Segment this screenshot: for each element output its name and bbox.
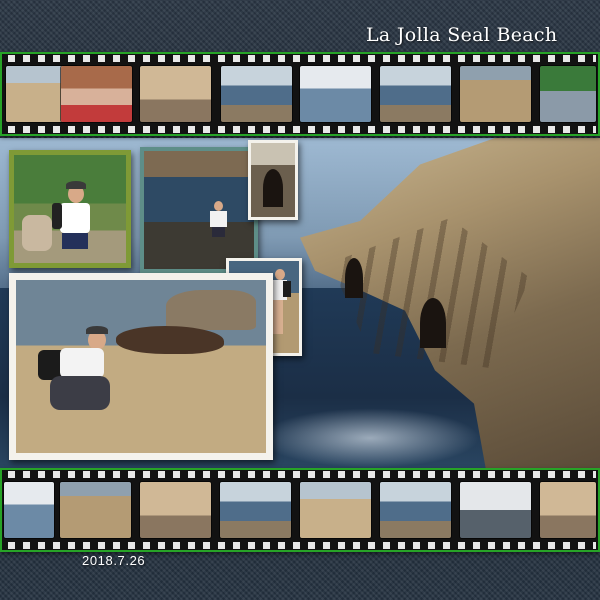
backpack [283,281,291,297]
scrapbook-page: La Jolla Seal Beach 2018.7.26 [0,0,600,600]
person-head [275,269,285,280]
photo-boy-cove [140,147,258,273]
rocks [166,290,256,330]
photo-image [144,151,254,269]
photo-image [14,155,126,263]
person-shirt [60,348,104,378]
page-title: La Jolla Seal Beach [366,24,558,46]
film-frame [300,66,371,122]
person-shirt [210,211,227,227]
page-date: 2018.7.26 [82,553,146,568]
wave-foam [260,408,480,468]
backpack [52,203,62,229]
film-frame [140,482,211,538]
film-frame [540,66,596,122]
photo-boy-sea-lion [9,273,273,460]
cave-opening [345,258,363,298]
person-head [214,201,223,211]
person-shirt [60,203,90,233]
cap [66,181,86,189]
film-frame [460,482,531,538]
photo-image [16,280,266,453]
film-frame [60,482,131,538]
film-frame [380,482,451,538]
photo-image [251,143,295,217]
cave-opening [263,169,283,207]
film-frame [300,482,371,538]
person-shorts [212,227,225,237]
film-frame [380,66,451,122]
cave-opening [420,298,446,348]
film-frame [220,482,291,538]
film-frame [460,66,531,122]
photo-cave [248,140,298,220]
person-shorts [62,233,88,249]
tree-trunk [22,215,52,251]
sea-lion [116,326,224,354]
photo-boy-tree [9,150,131,268]
film-strip-top [0,52,600,136]
film-frame [140,66,211,122]
person-legs [273,300,283,334]
film-frame [61,66,132,122]
person-legs [50,376,110,410]
film-strip-bottom [0,468,600,552]
film-frame [4,482,54,538]
film-frame [221,66,292,122]
film-frame [540,482,596,538]
cap [86,326,108,334]
